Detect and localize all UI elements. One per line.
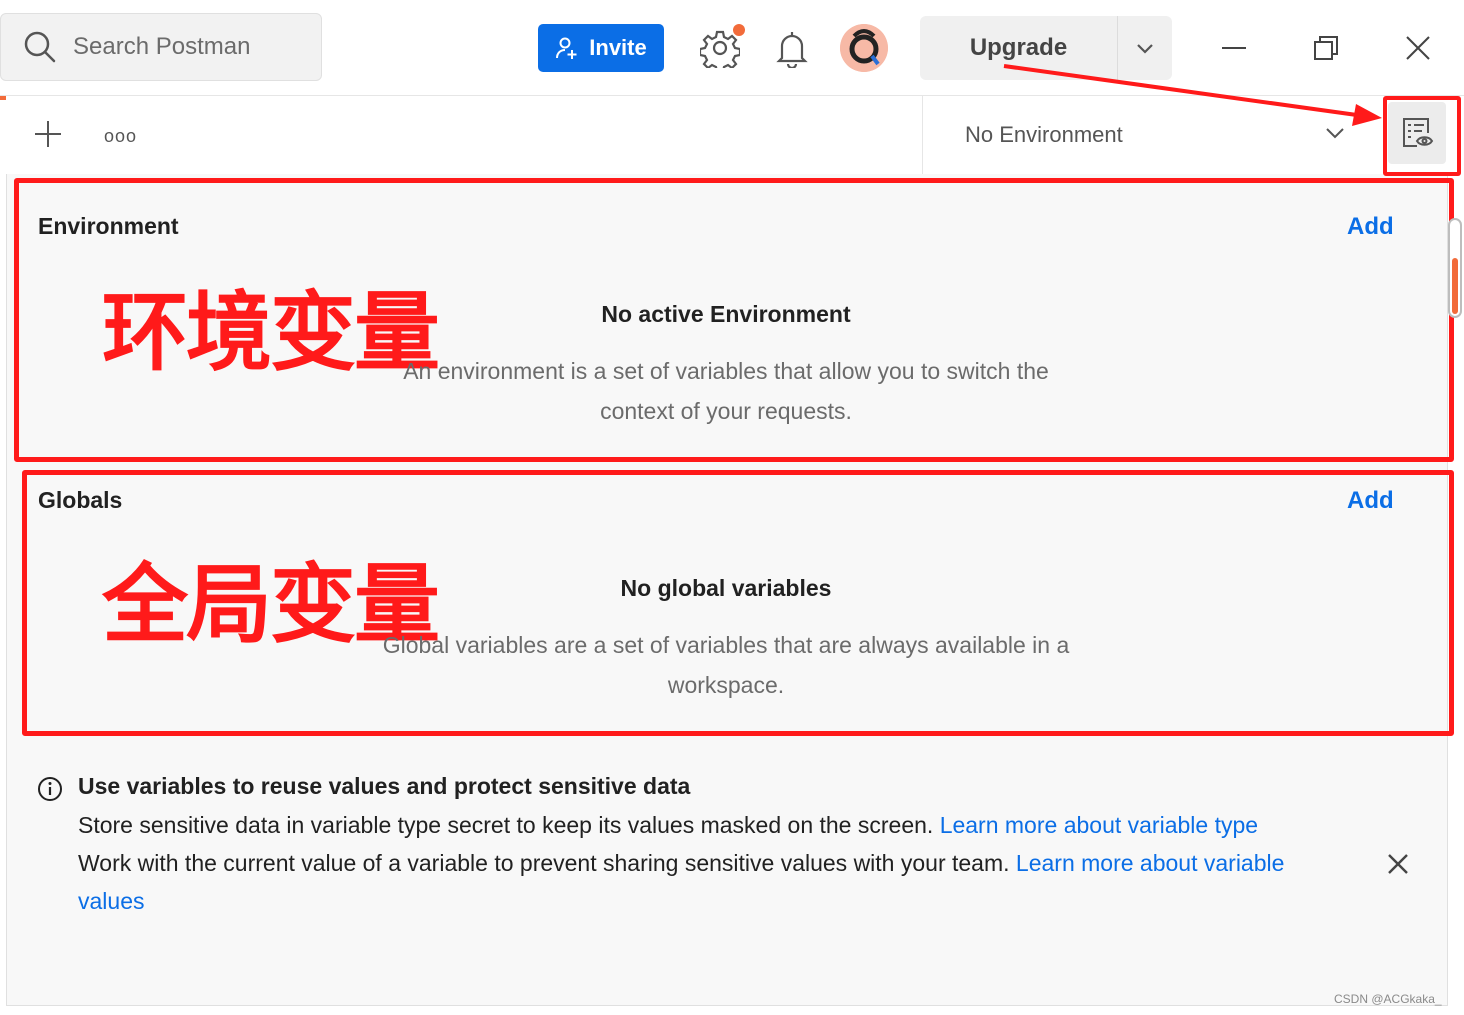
scrollbar-thumb[interactable] [1452, 258, 1458, 314]
info-icon [38, 777, 62, 801]
more-tabs-button[interactable]: ooo [104, 126, 137, 147]
upgrade-button[interactable]: Upgrade [920, 16, 1172, 80]
chevron-down-icon [1326, 128, 1344, 139]
search-box[interactable]: Search Postman [0, 13, 322, 81]
invite-label: Invite [589, 35, 647, 60]
environment-highlight-box [14, 178, 1454, 462]
info-text: Work with the current value of a variabl… [78, 850, 1016, 876]
restore-icon[interactable] [1306, 28, 1346, 68]
add-user-icon [556, 37, 577, 59]
top-bar: Search Postman Invite Upgrade [0, 0, 1464, 96]
invite-button[interactable]: Invite [538, 24, 664, 72]
learn-more-variable-type-link[interactable]: Learn more about variable type [940, 812, 1258, 838]
quick-look-highlight-box [1383, 96, 1461, 176]
close-icon[interactable] [1384, 850, 1412, 878]
search-placeholder: Search Postman [73, 33, 251, 60]
environment-selector[interactable]: No Environment [922, 96, 1374, 174]
info-body: Store sensitive data in variable type se… [78, 806, 1348, 920]
info-title: Use variables to reuse values and protec… [78, 773, 691, 799]
scrollbar[interactable] [1448, 218, 1462, 318]
watermark: CSDN @ACGkaka_ [1334, 992, 1442, 1006]
minimize-icon[interactable] [1214, 28, 1254, 68]
environment-selector-label: No Environment [965, 122, 1123, 147]
plus-icon[interactable] [32, 118, 64, 150]
info-text: Store sensitive data in variable type se… [78, 812, 940, 838]
avatar-illustration [840, 24, 888, 72]
avatar[interactable] [840, 24, 888, 72]
info-line: Store sensitive data in variable type se… [78, 806, 1348, 844]
tab-accent [0, 96, 6, 100]
upgrade-label: Upgrade [920, 16, 1118, 80]
close-icon[interactable] [1398, 28, 1438, 68]
bell-icon[interactable] [774, 28, 810, 68]
globals-highlight-box [22, 470, 1454, 736]
notification-dot [733, 24, 745, 36]
search-icon [24, 31, 56, 63]
info-line: Work with the current value of a variabl… [78, 844, 1348, 920]
chevron-down-icon[interactable] [1118, 16, 1172, 80]
